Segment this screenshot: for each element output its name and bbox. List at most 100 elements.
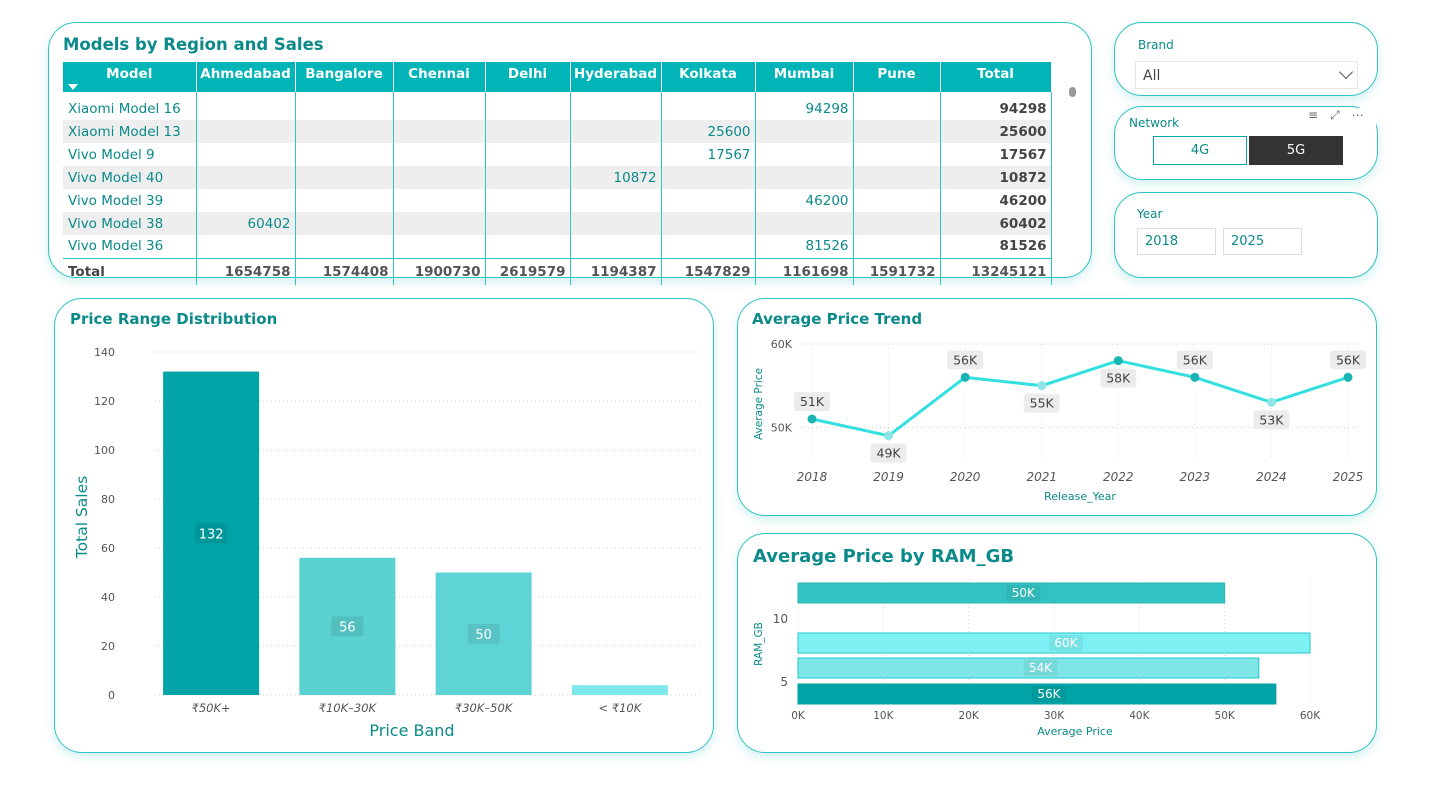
sales-cell (295, 143, 394, 166)
sort-descending-icon[interactable] (68, 84, 78, 90)
column-total-cell: 1194387 (570, 258, 662, 285)
column-header-chennai[interactable]: Chennai (393, 62, 486, 92)
data-label: 56K (1336, 352, 1361, 367)
sales-cell (295, 97, 394, 120)
table-row[interactable]: Vivo Model 36 81526 81526 (63, 235, 1052, 259)
table-row[interactable]: Vivo Model 39 46200 46200 (63, 189, 1052, 212)
table-row[interactable]: Vivo Model 38 60402 60402 (63, 212, 1052, 235)
data-label: 56 (339, 620, 356, 635)
sales-cell (570, 97, 662, 120)
data-point (1037, 381, 1047, 391)
sales-cell: 60402 (196, 212, 296, 235)
sales-cell (295, 120, 394, 143)
column-total-cell: 1574408 (295, 258, 394, 285)
sales-cell (196, 189, 296, 212)
x-tick-label: 2023 (1180, 470, 1211, 484)
model-cell: Vivo Model 38 (63, 212, 197, 235)
column-header-model[interactable]: Model (63, 62, 197, 92)
column-total-cell: 2619579 (485, 258, 571, 285)
column-header-hyderabad[interactable]: Hyderabad (570, 62, 662, 92)
sales-cell (393, 120, 486, 143)
column-total-cell: 1547829 (661, 258, 756, 285)
data-label: 51K (800, 394, 825, 409)
sales-cell (393, 97, 486, 120)
y-axis-title: RAM_GB (753, 622, 765, 666)
table-row[interactable]: Xiaomi Model 13 25600 25600 (63, 120, 1052, 143)
sales-cell (661, 166, 756, 189)
sales-cell (661, 235, 756, 259)
column-total-cell: 1161698 (755, 258, 854, 285)
column-header-ahmedabad[interactable]: Ahmedabad (196, 62, 296, 92)
network-option-5g[interactable]: 5G (1249, 136, 1343, 165)
data-point (1190, 372, 1200, 382)
chevron-down-icon[interactable] (1338, 64, 1354, 80)
row-total-cell: 60402 (940, 212, 1052, 235)
x-tick-label: 2021 (1026, 470, 1057, 484)
year-from-input[interactable]: 2018 (1137, 228, 1216, 255)
data-point (960, 372, 970, 382)
sales-cell (755, 143, 854, 166)
year-to-input[interactable]: 2025 (1223, 228, 1302, 255)
region-sales-matrix: Model Ahmedabad Bangalore Chennai Delhi … (63, 62, 1052, 285)
table-row[interactable]: Vivo Model 40 10872 10872 (63, 166, 1052, 189)
focus-mode-icon[interactable]: ⤢ (1330, 108, 1340, 126)
brand-dropdown[interactable]: All (1135, 61, 1358, 89)
sales-cell (570, 120, 662, 143)
y-tick-label: 10 (773, 612, 788, 626)
brand-dropdown-value: All (1143, 68, 1161, 84)
data-point (884, 431, 894, 441)
data-label: 50K (1012, 586, 1036, 600)
sales-cell (853, 235, 941, 259)
column-header-bangalore[interactable]: Bangalore (295, 62, 394, 92)
sales-cell: 46200 (755, 189, 854, 212)
data-label: 54K (1029, 661, 1053, 675)
more-options-icon[interactable]: ⋯ (1352, 108, 1364, 126)
x-tick-label: 0K (791, 710, 806, 722)
data-point (1266, 397, 1276, 407)
sales-cell (393, 212, 486, 235)
column-header-kolkata[interactable]: Kolkata (661, 62, 756, 92)
table-row[interactable]: Xiaomi Model 16 94298 94298 (63, 97, 1052, 120)
network-slicer-label: Network (1129, 116, 1180, 130)
column-header-mumbai[interactable]: Mumbai (755, 62, 854, 92)
sales-cell (485, 120, 571, 143)
price-by-ram-chart: 0K 10K 20K 30K 40K 50K 60K50K60K54K56K105Avera… (753, 579, 1321, 738)
y-axis-title: Average Price (753, 368, 765, 440)
brand-slicer-label: Brand (1138, 38, 1174, 52)
total-label: Total (63, 258, 197, 285)
sales-cell (485, 212, 571, 235)
brand-slicer-card: Brand All (1114, 22, 1378, 96)
x-tick-label: 2020 (950, 470, 981, 484)
sales-cell (196, 143, 296, 166)
sales-cell (485, 143, 571, 166)
price-range-chart: 0 20 40 60 80 100 120 140 ₹50K+ 132 ₹10K–30K 56 ₹30K… (73, 346, 700, 740)
y-tick-label: 60K (771, 338, 793, 351)
sales-cell: 25600 (661, 120, 756, 143)
sales-cell (295, 166, 394, 189)
sales-cell (853, 189, 941, 212)
x-axis-title: Average Price (1037, 725, 1113, 738)
sales-cell: 17567 (661, 143, 756, 166)
y-tick-label: 140 (94, 346, 115, 359)
sales-cell (853, 212, 941, 235)
column-header-pune[interactable]: Pune (853, 62, 941, 92)
sales-cell (853, 166, 941, 189)
table-scrollbar[interactable] (1069, 87, 1076, 97)
model-cell: Vivo Model 39 (63, 189, 197, 212)
data-label: 58K (1106, 371, 1131, 386)
sales-cell (485, 166, 571, 189)
data-label: 60K (1054, 636, 1078, 650)
x-tick-label: 50K (1215, 710, 1236, 722)
sales-cell (853, 120, 941, 143)
column-header-total[interactable]: Total (940, 62, 1052, 92)
table-row[interactable]: Vivo Model 9 17567 17567 (63, 143, 1052, 166)
y-tick-label: 5 (780, 675, 788, 689)
network-option-4g[interactable]: 4G (1153, 136, 1247, 165)
filter-icon[interactable]: ≡ (1308, 108, 1318, 126)
column-total-cell: 1591732 (853, 258, 941, 285)
sales-cell (393, 235, 486, 259)
table-title: Models by Region and Sales (63, 35, 324, 54)
column-header-delhi[interactable]: Delhi (485, 62, 571, 92)
sales-cell (485, 235, 571, 259)
row-total-cell: 46200 (940, 189, 1052, 212)
